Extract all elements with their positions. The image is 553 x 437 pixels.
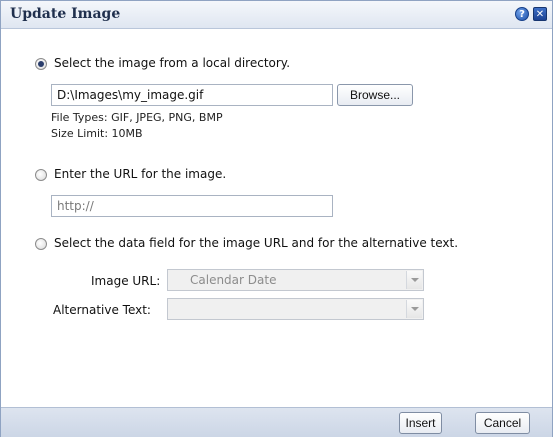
image-url-value: Calendar Date [190,273,277,287]
data-field-label: Select the data field for the image URL … [54,236,459,250]
url-label: Enter the URL for the image. [54,167,227,181]
chevron-down-icon [406,271,422,289]
size-limit-text: Size Limit: 10MB [51,127,143,140]
file-types-text: File Types: GIF, JPEG, PNG, BMP [51,111,223,124]
data-field-radio[interactable] [35,238,47,250]
local-directory-radio[interactable] [35,58,47,70]
update-image-dialog: Update Image ? ✕ Select the image from a… [0,0,553,437]
url-input[interactable] [51,195,333,217]
insert-button[interactable]: Insert [399,412,442,434]
file-path-input[interactable] [51,84,333,106]
browse-button[interactable]: Browse... [337,84,413,106]
dialog-footer: Insert Cancel [1,407,552,437]
image-url-label: Image URL: [91,274,161,288]
local-directory-label: Select the image from a local directory. [54,56,291,70]
dialog-title: Update Image [10,6,121,22]
url-radio[interactable] [35,169,47,181]
close-icon[interactable]: ✕ [533,7,547,21]
image-url-select[interactable]: Calendar Date [167,269,424,291]
cancel-button[interactable]: Cancel [475,412,530,434]
help-icon[interactable]: ? [515,7,529,21]
chevron-down-icon [406,300,422,318]
dialog-titlebar: Update Image ? ✕ [1,1,552,29]
alternative-text-label: Alternative Text: [53,303,151,317]
alternative-text-select[interactable] [167,298,424,320]
